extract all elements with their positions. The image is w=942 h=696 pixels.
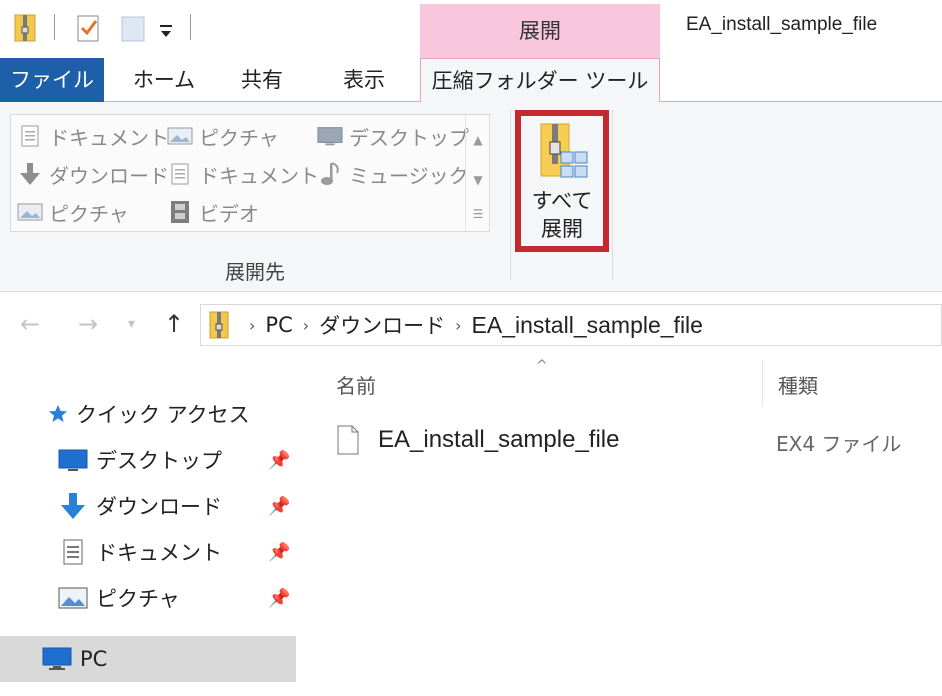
gallery-item-music[interactable]: ミュージック [317, 157, 469, 191]
title-bar: 展開 EA_install_sample_file [0, 0, 942, 58]
column-divider[interactable] [762, 360, 763, 406]
extract-all-label-line1: すべて [531, 189, 593, 213]
nav-item-documents[interactable]: ドキュメント [58, 532, 222, 572]
nav-item-downloads[interactable]: ダウンロード [58, 486, 222, 526]
gallery-item-documents-2[interactable]: ドキュメント [167, 157, 319, 191]
nav-item-label: PC [80, 647, 108, 671]
document-icon [167, 161, 193, 187]
navigation-pane: クイック アクセス デスクトップ 📌 ダウンロード 📌 ドキュメント 📌 ピクチ… [0, 358, 300, 696]
column-header-type[interactable]: 種類 [778, 370, 818, 399]
picture-icon [17, 199, 43, 225]
gallery-item-pictures-2[interactable]: ピクチャ [17, 195, 129, 229]
nav-item-label: ドキュメント [96, 541, 222, 565]
gallery-expand-icon[interactable]: ☰ [466, 207, 490, 221]
nav-item-label: クイック アクセス [76, 403, 250, 427]
breadcrumb-pc[interactable]: PC [265, 313, 292, 337]
gallery-item-label: ダウンロード [49, 163, 169, 188]
zip-folder-icon [209, 311, 229, 339]
recent-locations-chevron-icon[interactable]: ▾ [128, 316, 135, 332]
pin-icon[interactable]: 📌 [268, 542, 290, 563]
pin-icon[interactable]: 📌 [268, 588, 290, 609]
desktop-icon [317, 123, 343, 149]
contextual-tab-header: 展開 [420, 4, 660, 58]
tab-home[interactable]: ホーム [116, 58, 212, 102]
navigation-row: ← → ▾ ↑ › PC › ダウンロード › EA_install_sampl… [0, 292, 942, 358]
chevron-right-icon[interactable]: › [455, 316, 461, 335]
column-header-name[interactable]: 名前 [336, 370, 376, 399]
ribbon-panel: ドキュメント ピクチャ デスクトップ ダウンロード ドキュメント ミュージック … [0, 102, 942, 292]
properties-icon[interactable] [76, 10, 102, 46]
document-icon [17, 123, 43, 149]
extract-all-button[interactable]: すべて 展開 [515, 110, 609, 252]
tab-share[interactable]: 共有 [222, 58, 302, 102]
nav-item-pc-row: PC [42, 639, 107, 679]
sort-ascending-icon: ^ [536, 358, 548, 374]
gallery-scroll-up-icon[interactable]: ▲ [466, 133, 490, 147]
gallery-item-label: ピクチャ [49, 201, 129, 226]
picture-icon [58, 583, 88, 613]
download-icon [58, 491, 88, 521]
qa-separator [190, 14, 191, 40]
video-icon [167, 199, 193, 225]
tab-compressed-folder-tools[interactable]: 圧縮フォルダー ツール [420, 58, 660, 104]
nav-item-label: ダウンロード [96, 495, 222, 519]
extract-all-icon [540, 123, 588, 178]
gallery-item-label: ドキュメント [49, 125, 169, 150]
back-arrow-icon[interactable]: ← [20, 310, 40, 338]
pin-icon[interactable]: 📌 [268, 450, 290, 471]
nav-item-pc[interactable]: PC [0, 636, 296, 682]
file-icon [336, 425, 360, 455]
gallery-item-documents[interactable]: ドキュメント [17, 119, 169, 153]
gallery-scroll-down-icon[interactable]: ▼ [466, 173, 490, 187]
qa-separator [54, 14, 55, 40]
picture-icon [167, 123, 193, 149]
address-bar[interactable]: › PC › ダウンロード › EA_install_sample_file [200, 304, 942, 346]
gallery-item-videos[interactable]: ビデオ [167, 195, 259, 229]
file-name: EA_install_sample_file [378, 426, 620, 453]
gallery-item-pictures[interactable]: ピクチャ [167, 119, 279, 153]
gallery-item-label: ビデオ [199, 201, 259, 226]
nav-item-pictures[interactable]: ピクチャ [58, 578, 180, 618]
chevron-right-icon[interactable]: › [249, 316, 255, 335]
music-icon [317, 161, 343, 187]
gallery-item-downloads[interactable]: ダウンロード [17, 157, 169, 191]
star-icon [46, 399, 70, 429]
breadcrumb-current-folder[interactable]: EA_install_sample_file [472, 312, 703, 339]
window-title: EA_install_sample_file [686, 14, 878, 35]
tab-file[interactable]: ファイル [0, 58, 104, 102]
breadcrumb-downloads[interactable]: ダウンロード [319, 310, 445, 340]
ribbon-tab-row: ファイル ホーム 共有 表示 圧縮フォルダー ツール [0, 58, 942, 104]
download-icon [17, 161, 43, 187]
chevron-right-icon[interactable]: › [303, 316, 309, 335]
new-folder-icon[interactable] [120, 10, 148, 46]
gallery-item-label: ミュージック [349, 163, 469, 188]
up-arrow-icon[interactable]: ↑ [164, 310, 184, 338]
zip-folder-icon [14, 10, 36, 46]
desktop-icon [58, 445, 88, 475]
nav-item-label: ピクチャ [96, 587, 180, 611]
nav-item-desktop[interactable]: デスクトップ [58, 440, 222, 480]
file-list: ^ 名前 種類 EA_install_sample_file EX4 ファイル [300, 358, 942, 696]
customize-qa-icon[interactable] [158, 10, 174, 46]
document-icon [58, 537, 88, 567]
gallery-item-desktop[interactable]: デスクトップ [317, 119, 469, 153]
tab-view[interactable]: 表示 [322, 58, 406, 102]
extract-to-gallery: ドキュメント ピクチャ デスクトップ ダウンロード ドキュメント ミュージック … [10, 114, 490, 232]
computer-icon [42, 644, 72, 674]
group-separator [510, 110, 511, 280]
group-separator [612, 110, 613, 280]
pin-icon[interactable]: 📌 [268, 496, 290, 517]
nav-quick-access[interactable]: クイック アクセス [46, 394, 250, 434]
file-type: EX4 ファイル [776, 432, 902, 456]
extract-all-label-line2: 展開 [541, 217, 583, 241]
gallery-scroller: ▲ ▼ ☰ [465, 115, 489, 231]
gallery-item-label: ドキュメント [199, 163, 319, 188]
group-label-extract-to: 展開先 [225, 260, 285, 284]
nav-item-label: デスクトップ [96, 449, 222, 473]
gallery-item-label: ピクチャ [199, 125, 279, 150]
gallery-item-label: デスクトップ [349, 125, 469, 150]
forward-arrow-icon[interactable]: → [78, 310, 98, 338]
